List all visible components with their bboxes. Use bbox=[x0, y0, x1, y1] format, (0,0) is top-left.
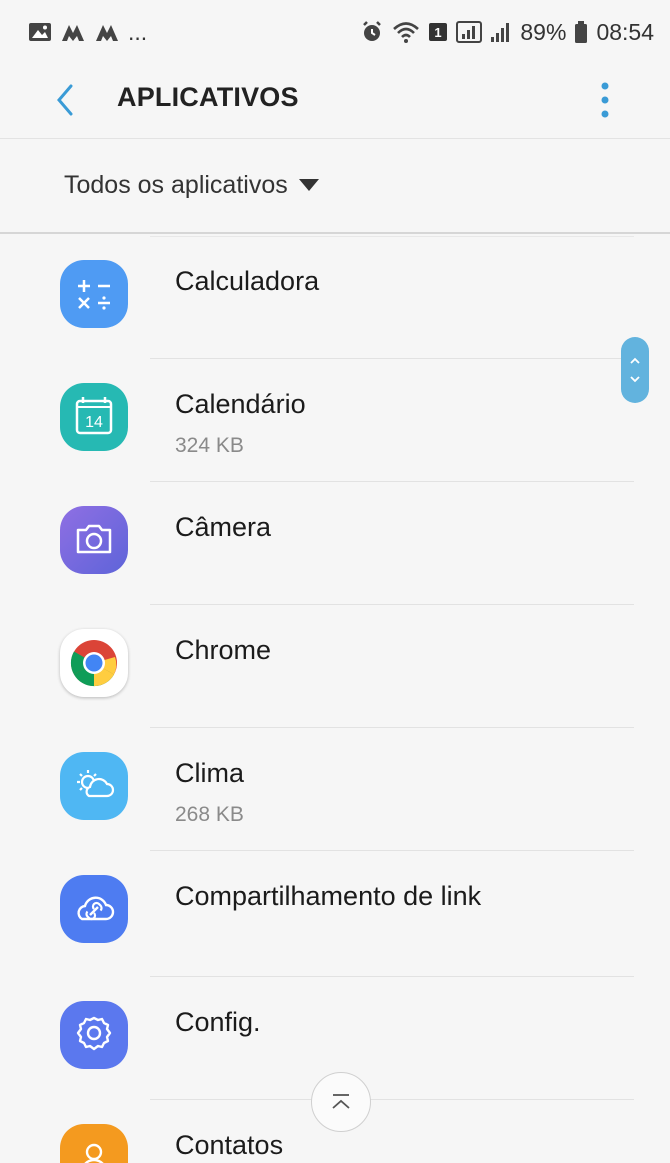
fast-scroll-thumb[interactable] bbox=[621, 337, 649, 403]
battery-percent: 89% bbox=[520, 18, 567, 45]
app-name: Contatos bbox=[175, 1130, 284, 1160]
svg-text:14: 14 bbox=[85, 414, 103, 431]
app-name: Calculadora bbox=[175, 266, 320, 296]
app-bar: APLICATIVOS bbox=[0, 64, 670, 138]
calendar-icon: 14 bbox=[60, 383, 128, 451]
list-item[interactable]: 14 Calendário 324 KB bbox=[0, 359, 670, 482]
app-filter-dropdown[interactable]: Todos os aplicativos bbox=[64, 165, 320, 205]
divider bbox=[0, 232, 670, 234]
signal-icon bbox=[456, 21, 483, 43]
chrome-icon bbox=[60, 629, 128, 697]
svg-text:1: 1 bbox=[435, 25, 442, 40]
settings-icon bbox=[60, 1001, 128, 1069]
signal-app-icon bbox=[96, 25, 118, 41]
list-item[interactable]: Chrome bbox=[0, 605, 670, 728]
status-bar: ... 1 89% 08:54 bbox=[0, 0, 670, 64]
app-name: Config. bbox=[175, 1007, 261, 1037]
app-size: 268 KB bbox=[175, 803, 244, 826]
weather-icon bbox=[60, 752, 128, 820]
list-item[interactable]: Compartilhamento de link bbox=[0, 851, 670, 977]
more-vertical-icon[interactable] bbox=[590, 76, 620, 124]
divider bbox=[0, 138, 670, 139]
signal-icon bbox=[491, 23, 510, 42]
camera-icon bbox=[60, 506, 128, 574]
more-notifications: ... bbox=[128, 18, 148, 45]
app-name: Compartilhamento de link bbox=[175, 881, 482, 911]
list-item[interactable]: Calculadora bbox=[0, 236, 670, 359]
sim-icon: 1 bbox=[429, 23, 448, 41]
page-title: APLICATIVOS bbox=[117, 82, 299, 112]
signal-app-icon bbox=[62, 25, 84, 41]
alarm-icon bbox=[363, 21, 382, 41]
app-size: 324 KB bbox=[175, 434, 244, 457]
dropdown-triangle-icon bbox=[298, 179, 319, 191]
app-name: Clima bbox=[175, 758, 245, 788]
back-chevron-left-icon[interactable] bbox=[46, 80, 86, 120]
app-name: Câmera bbox=[175, 512, 272, 542]
link-sharing-icon bbox=[60, 875, 128, 943]
app-name: Calendário bbox=[175, 389, 306, 419]
wifi-icon bbox=[393, 22, 420, 43]
gallery-icon bbox=[29, 23, 51, 41]
clock: 08:54 bbox=[596, 18, 654, 45]
scroll-to-top-button[interactable] bbox=[311, 1072, 371, 1132]
contacts-icon bbox=[60, 1124, 128, 1163]
list-item[interactable]: Clima 268 KB bbox=[0, 728, 670, 851]
list-item[interactable]: Câmera bbox=[0, 482, 670, 605]
app-name: Chrome bbox=[175, 635, 272, 665]
status-right: 1 89% 08:54 bbox=[360, 19, 654, 46]
battery-icon bbox=[575, 21, 588, 43]
chevron-up-icon bbox=[332, 1094, 350, 1109]
calculator-icon bbox=[60, 260, 128, 328]
filter-label: Todos os aplicativos bbox=[64, 170, 288, 199]
status-left: ... bbox=[28, 19, 147, 46]
